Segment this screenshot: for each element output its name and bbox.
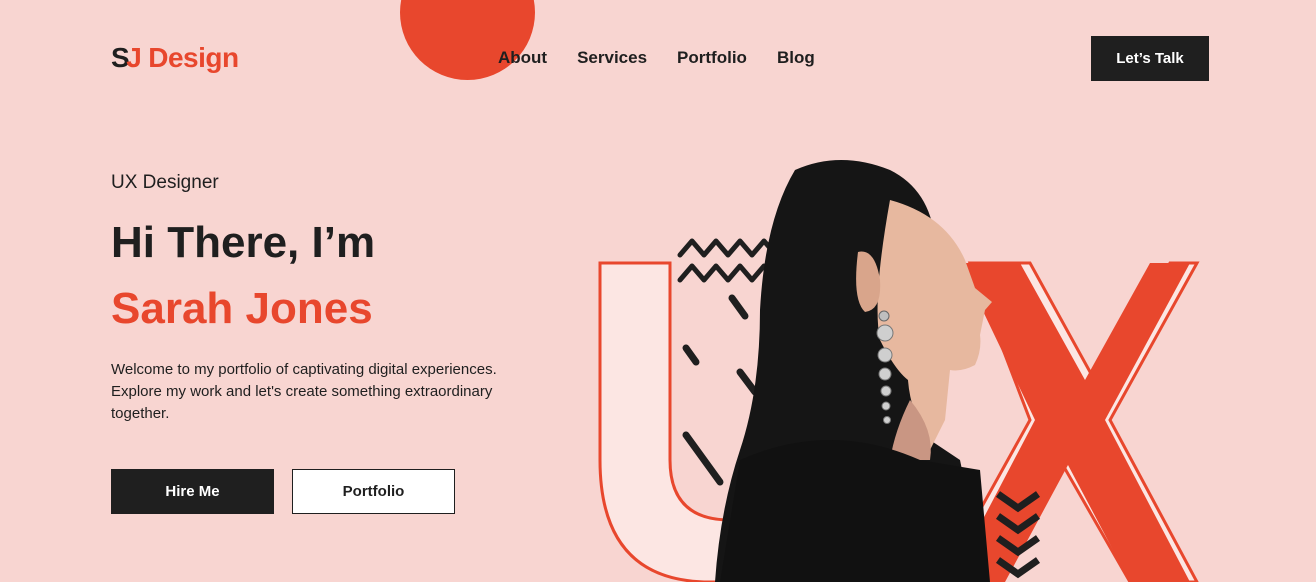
nav-about[interactable]: About bbox=[498, 48, 547, 68]
hero-description: Welcome to my portfolio of captivating d… bbox=[111, 361, 497, 422]
lets-talk-button[interactable]: Let’s Talk bbox=[1091, 36, 1209, 81]
hero-illustration bbox=[598, 160, 1200, 582]
hero-name: Sarah Jones bbox=[111, 284, 373, 333]
brand-logo[interactable]: S J Design bbox=[111, 42, 239, 74]
letter-x-solid bbox=[950, 263, 1190, 582]
hero-role: UX Designer bbox=[111, 172, 219, 193]
main-nav: About Services Portfolio Blog bbox=[498, 48, 815, 68]
nav-portfolio[interactable]: Portfolio bbox=[677, 48, 747, 68]
logo-letter-j: J bbox=[126, 42, 142, 73]
decorative-circle bbox=[400, 0, 535, 80]
dash-2 bbox=[682, 344, 700, 366]
dash-1 bbox=[728, 294, 749, 320]
zigzag-icon bbox=[677, 238, 779, 258]
nav-services[interactable]: Services bbox=[577, 48, 647, 68]
dash-3 bbox=[736, 368, 759, 396]
hire-me-button[interactable]: Hire Me bbox=[111, 469, 274, 514]
portfolio-button[interactable]: Portfolio bbox=[292, 469, 455, 514]
nav-blog[interactable]: Blog bbox=[777, 48, 815, 68]
zigzag-icon-2 bbox=[677, 263, 779, 283]
dash-4 bbox=[682, 431, 724, 486]
hero-greeting: Hi There, I’m bbox=[111, 218, 376, 267]
logo-word: Design bbox=[148, 42, 239, 73]
